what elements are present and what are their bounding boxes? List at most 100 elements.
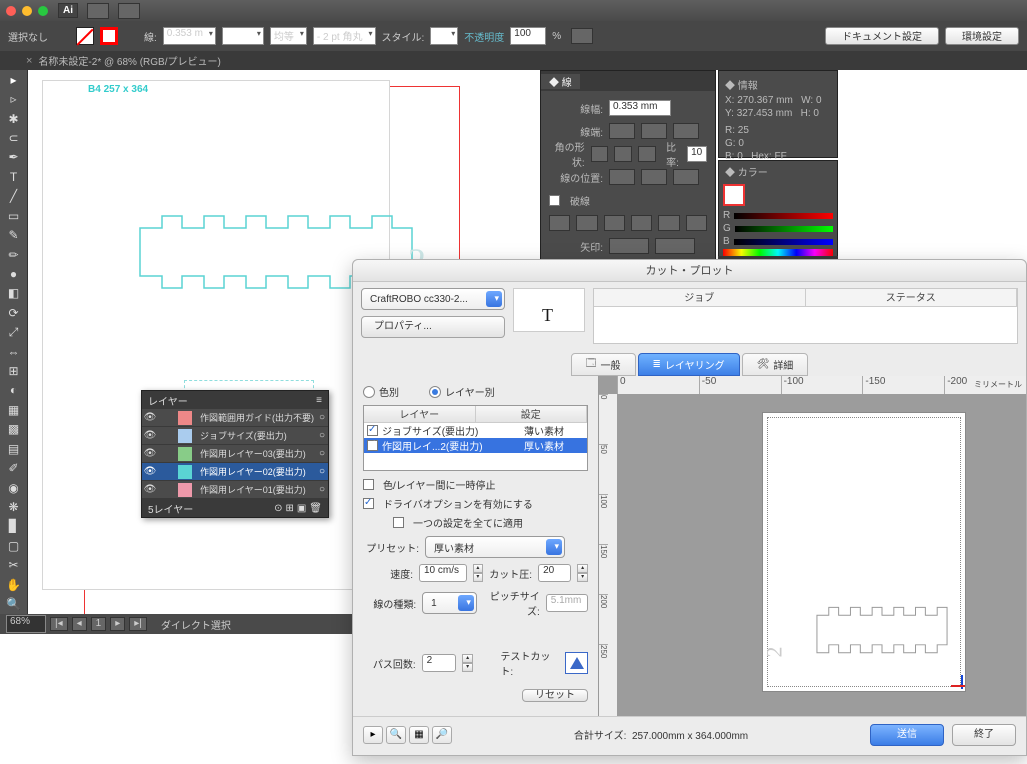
force-stepper[interactable]: ▴▾ xyxy=(577,564,588,582)
enable-driver-checkbox[interactable] xyxy=(363,498,374,509)
force-input[interactable]: 20 xyxy=(538,564,571,582)
perspective-tool[interactable]: ▦ xyxy=(0,400,27,419)
dash-3[interactable] xyxy=(604,215,625,231)
type-tool[interactable]: T xyxy=(0,167,27,186)
zoom-tool[interactable]: 🔍 xyxy=(0,594,27,613)
visibility-icon[interactable]: 👁 xyxy=(142,448,158,459)
apply-all-checkbox[interactable] xyxy=(393,517,404,528)
arrow-start[interactable] xyxy=(609,238,649,254)
corner-bevel[interactable] xyxy=(638,146,656,162)
align-outside[interactable] xyxy=(673,169,699,185)
blob-brush-tool[interactable]: ● xyxy=(0,264,27,283)
stroke-panel-tab[interactable]: ◆ 線 xyxy=(541,74,580,89)
stroke-align-select[interactable]: 均等 xyxy=(270,27,307,45)
passes-input[interactable]: 2 xyxy=(422,654,456,672)
properties-button[interactable]: プロパティ... xyxy=(361,316,505,338)
zoom-input[interactable]: 68% xyxy=(6,615,46,633)
testcut-button[interactable] xyxy=(565,652,588,674)
reset-button[interactable]: リセット xyxy=(522,689,588,702)
layer-setting-row[interactable]: 作図用レイ...2(要出力)厚い素材 xyxy=(364,438,587,453)
document-tab[interactable]: 名称未設定-2* @ 68% (RGB/プレビュー) xyxy=(38,53,220,68)
eyedropper-tool[interactable]: ✐ xyxy=(0,458,27,477)
gradient-tool[interactable]: ▤ xyxy=(0,439,27,458)
dashed-checkbox[interactable] xyxy=(549,195,560,206)
layer-setting-row[interactable]: ジョブサイズ(要出力)薄い素材 xyxy=(364,423,587,438)
visibility-icon[interactable]: 👁 xyxy=(142,466,158,477)
blend-tool[interactable]: ◉ xyxy=(0,478,27,497)
pencil-tool[interactable]: ✏ xyxy=(0,245,27,264)
cap-round[interactable] xyxy=(641,123,667,139)
hand-tool[interactable]: ✋ xyxy=(0,575,27,594)
nav-next-button[interactable]: ▸ xyxy=(110,617,125,631)
layer-row[interactable]: 👁作図用レイヤー03(要出力)○ xyxy=(142,445,328,463)
target-icon[interactable]: ○ xyxy=(316,484,328,495)
artboard-nav[interactable]: 1 xyxy=(91,617,107,631)
stroke-dash-select[interactable]: - 2 pt 角丸 xyxy=(313,27,376,45)
dash-2[interactable] xyxy=(576,215,597,231)
ratio-input[interactable]: 10 xyxy=(687,146,707,162)
align-inside[interactable] xyxy=(641,169,667,185)
visibility-icon[interactable]: 👁 xyxy=(142,430,158,441)
minimize-icon[interactable] xyxy=(22,6,32,16)
zoom-out-icon[interactable]: 🔎 xyxy=(432,726,452,744)
slice-tool[interactable]: ✂ xyxy=(0,556,27,575)
preview-area[interactable]: 0-50-100-150-200 050100150200250 ミリメートル … xyxy=(598,376,1026,716)
cap-butt[interactable] xyxy=(609,123,635,139)
tab-detail[interactable]: 🛠詳細 xyxy=(742,353,809,376)
fit-icon[interactable]: ▦ xyxy=(409,726,429,744)
layer-row[interactable]: 👁作図用レイヤー01(要出力)○ xyxy=(142,481,328,499)
titlebar-button[interactable] xyxy=(118,3,140,19)
line-tool[interactable]: ╱ xyxy=(0,187,27,206)
rotate-tool[interactable]: ⟳ xyxy=(0,303,27,322)
corner-miter[interactable] xyxy=(591,146,609,162)
nav-last-button[interactable]: ▸| xyxy=(129,617,147,631)
target-icon[interactable]: ○ xyxy=(316,412,328,423)
selection-tool[interactable]: ▸ xyxy=(0,70,27,89)
pitch-input[interactable]: 5.1mm xyxy=(546,594,588,612)
new-layer-icon[interactable]: ▣ xyxy=(297,503,306,514)
pointer-tool[interactable]: ▸ xyxy=(363,726,383,744)
cap-square[interactable] xyxy=(673,123,699,139)
titlebar-button[interactable] xyxy=(87,3,109,19)
new-sublayer-icon[interactable]: ⊞ xyxy=(285,503,293,514)
layer-row[interactable]: 👁ジョブサイズ(要出力)○ xyxy=(142,427,328,445)
done-button[interactable]: 終了 xyxy=(952,724,1016,746)
tab-close-icon[interactable]: × xyxy=(26,55,32,67)
device-select[interactable]: CraftROBO cc330-2... xyxy=(361,288,505,310)
nav-prev-button[interactable]: ◂ xyxy=(72,617,87,631)
tab-general[interactable]: 🗔一般 xyxy=(571,353,636,376)
style-select[interactable] xyxy=(430,27,458,45)
pause-checkbox[interactable] xyxy=(363,479,374,490)
tab-layering[interactable]: ≣レイヤリング xyxy=(638,353,740,376)
dash-1[interactable] xyxy=(549,215,570,231)
stroke-profile-select[interactable] xyxy=(222,27,264,45)
brush-tool[interactable]: ✎ xyxy=(0,225,27,244)
mesh-tool[interactable]: ▩ xyxy=(0,420,27,439)
b-slider[interactable] xyxy=(734,239,833,245)
zoom-icon[interactable] xyxy=(38,6,48,16)
target-icon[interactable]: ○ xyxy=(316,448,328,459)
panel-menu-icon[interactable]: ≡ xyxy=(316,395,322,406)
send-button[interactable]: 送信 xyxy=(870,724,944,746)
shape-builder-tool[interactable]: ◐ xyxy=(0,381,27,400)
nav-first-button[interactable]: |◂ xyxy=(50,617,68,631)
speed-input[interactable]: 10 cm/s xyxy=(419,564,467,582)
r-slider[interactable] xyxy=(734,213,833,219)
stroke-weight-select[interactable]: 0.353 m xyxy=(163,27,216,45)
g-slider[interactable] xyxy=(735,226,833,232)
locate-layer-icon[interactable]: ⊙ xyxy=(274,503,282,514)
opacity-input[interactable]: 100 xyxy=(510,27,546,45)
direct-selection-tool[interactable]: ▹ xyxy=(0,89,27,108)
preferences-button[interactable]: 環境設定 xyxy=(945,27,1019,45)
fill-color-swatch[interactable] xyxy=(723,184,745,206)
layer-row[interactable]: 👁作図用レイヤー02(要出力)○ xyxy=(142,463,328,481)
dash-4[interactable] xyxy=(631,215,652,231)
fill-swatch[interactable] xyxy=(76,27,94,45)
weight-input[interactable]: 0.353 mm xyxy=(609,100,671,116)
toolbar-button[interactable] xyxy=(571,28,593,44)
free-transform-tool[interactable]: ⊞ xyxy=(0,361,27,380)
magic-wand-tool[interactable]: ✱ xyxy=(0,109,27,128)
document-setup-button[interactable]: ドキュメント設定 xyxy=(825,27,939,45)
rectangle-tool[interactable]: ▭ xyxy=(0,206,27,225)
row-checkbox[interactable] xyxy=(367,440,378,451)
